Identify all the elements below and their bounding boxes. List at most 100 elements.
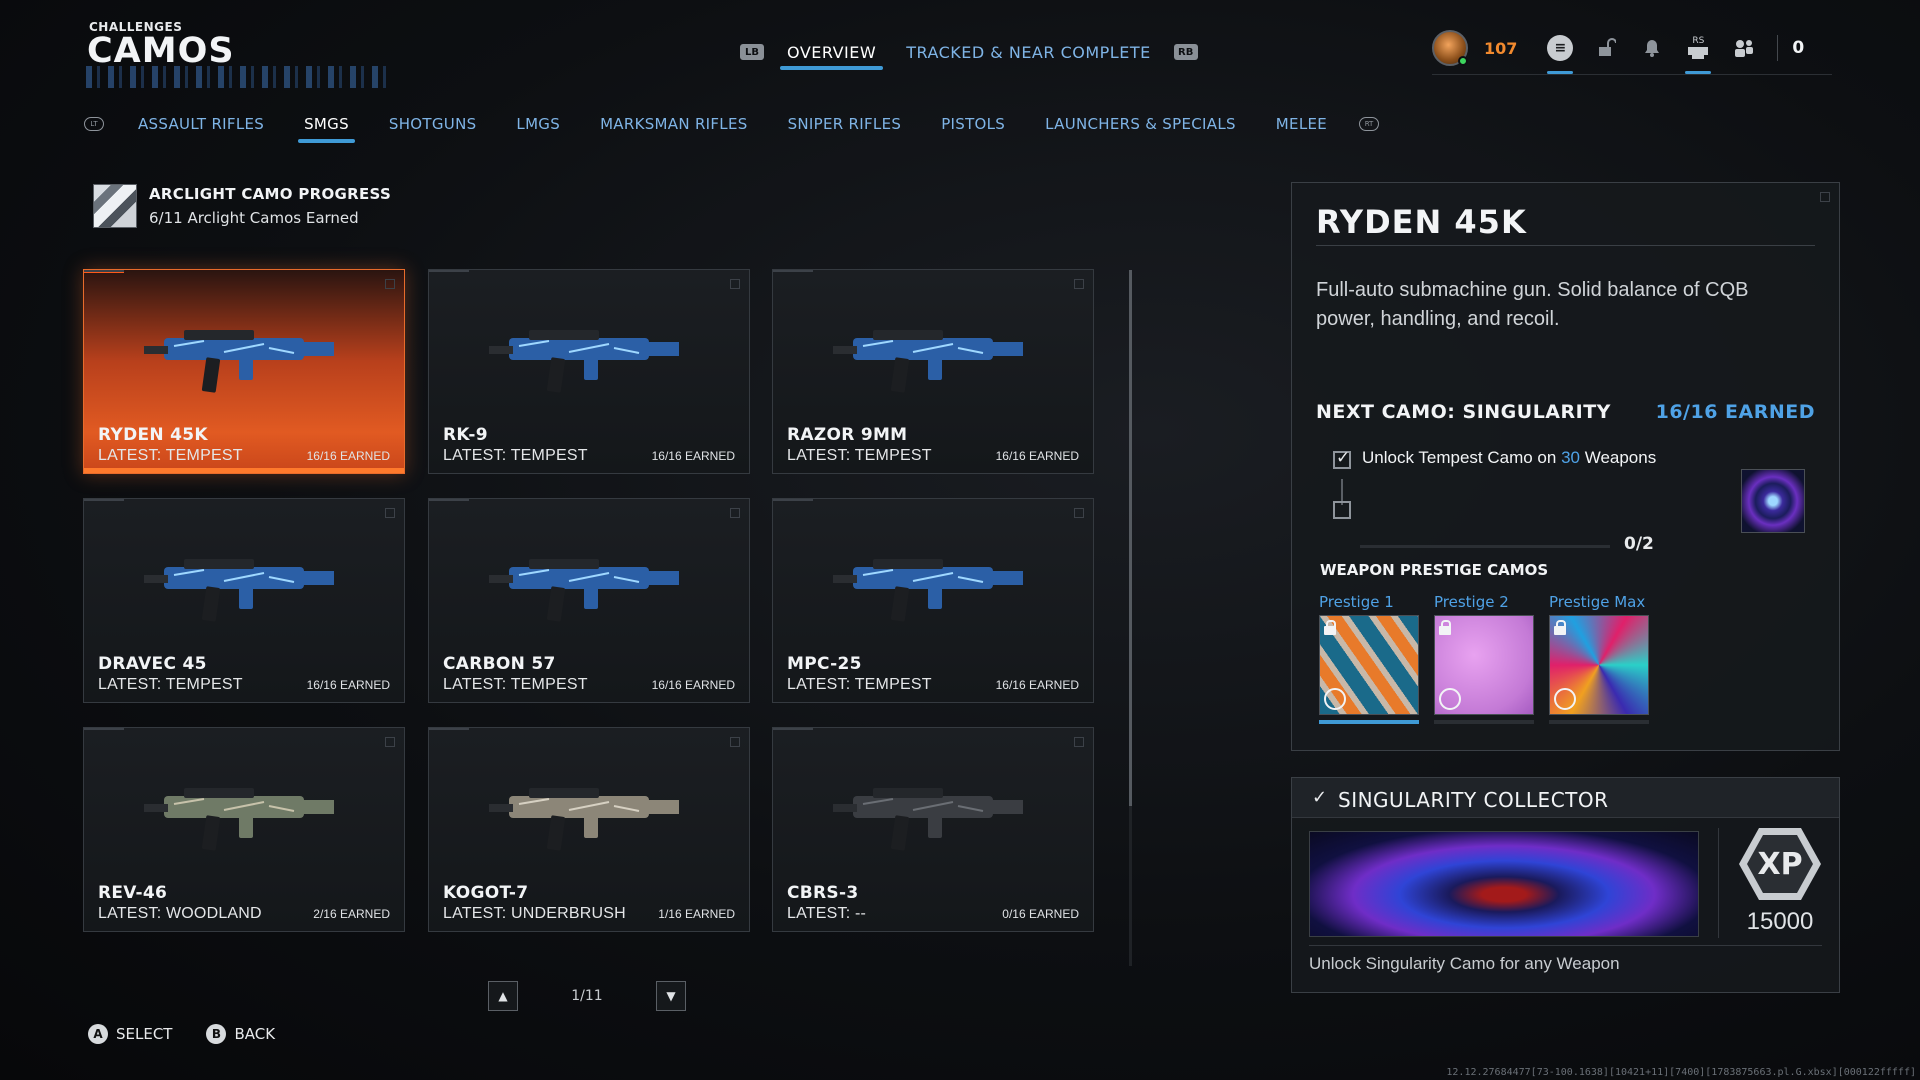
player-emblem-icon[interactable] — [1432, 30, 1468, 66]
card-accent — [773, 728, 813, 730]
build-info: 12.12.27684477[73-100.1638][10421+11][74… — [1446, 1067, 1916, 1078]
prestige-1-camo[interactable]: Prestige 1 — [1319, 593, 1419, 724]
weapon-earned-count: 16/16 EARNED — [306, 678, 390, 692]
rb-bumper-icon[interactable]: RB — [1173, 44, 1198, 60]
requirement-suffix: Weapons — [1579, 448, 1657, 467]
prestige-max-label: Prestige Max — [1549, 593, 1646, 611]
weapon-latest-camo: LATEST: TEMPEST — [443, 447, 588, 464]
weapon-name: MPC-25 — [787, 654, 862, 674]
tab-lmgs[interactable]: LMGS — [496, 110, 580, 138]
weapon-earned-count: 16/16 EARNED — [651, 449, 735, 463]
tab-smgs[interactable]: SMGS — [284, 110, 369, 143]
card-accent — [773, 499, 813, 501]
weapon-earned-count: 16/16 EARNED — [306, 449, 390, 463]
tab-melee[interactable]: MELEE — [1256, 110, 1347, 138]
divider — [1777, 35, 1779, 61]
party-button[interactable] — [1721, 28, 1767, 68]
detail-description: Full-auto submachine gun. Solid balance … — [1316, 279, 1749, 330]
rs-social-button[interactable]: RS — [1675, 28, 1721, 74]
weapon-card-razor-9mm[interactable]: RAZOR 9MM LATEST: TEMPEST 16/16 EARNED — [772, 269, 1094, 474]
prestige-icon — [1439, 688, 1461, 710]
weapon-name: RYDEN 45K — [98, 425, 208, 445]
weapon-card-carbon-57[interactable]: CARBON 57 LATEST: TEMPEST 16/16 EARNED — [428, 498, 750, 703]
weapon-image — [144, 537, 344, 641]
player-level: 107 — [1484, 38, 1518, 58]
bell-icon — [1645, 40, 1660, 57]
progress-fill — [1319, 720, 1419, 724]
chevron-up-icon: ▲ — [498, 989, 508, 1003]
grid-scrollbar-thumb[interactable] — [1129, 270, 1132, 806]
weapon-latest-camo: LATEST: TEMPEST — [98, 447, 243, 464]
unlock-icon — [1599, 38, 1617, 56]
tab-overview[interactable]: OVERVIEW — [772, 38, 891, 70]
checkmark-icon: ✓ — [1312, 787, 1328, 808]
weapon-card-kogot-7[interactable]: KOGOT-7 LATEST: UNDERBRUSH 1/16 EARNED — [428, 727, 750, 932]
weapon-card-cbrs-3[interactable]: CBRS-3 LATEST: -- 0/16 EARNED — [772, 727, 1094, 932]
weapon-earned-count: 1/16 EARNED — [658, 907, 735, 921]
online-status-icon — [1458, 56, 1468, 66]
weapon-name: CBRS-3 — [787, 883, 859, 903]
tab-marksman-rifles[interactable]: MARKSMAN RIFLES — [580, 110, 768, 138]
grid-scrollbar-track[interactable] — [1129, 806, 1132, 966]
weapon-card-ryden-45k[interactable]: RYDEN 45K LATEST: TEMPEST 16/16 EARNED — [83, 269, 405, 474]
notifications-button[interactable] — [1629, 28, 1675, 68]
weapon-card-mpc-25[interactable]: MPC-25 LATEST: TEMPEST 16/16 EARNED — [772, 498, 1094, 703]
weapon-image — [833, 537, 1033, 641]
tab-shotguns[interactable]: SHOTGUNS — [369, 110, 497, 138]
page-down-button[interactable]: ▼ — [656, 981, 686, 1011]
party-icon — [1735, 40, 1754, 57]
weapon-latest-camo: LATEST: WOODLAND — [98, 905, 262, 922]
select-action[interactable]: SELECT — [116, 1025, 172, 1043]
prestige-max-thumbnail — [1549, 615, 1649, 715]
requirement-checkbox-complete — [1333, 448, 1351, 469]
store-button[interactable] — [1583, 28, 1629, 68]
card-accent — [429, 499, 469, 501]
card-accent — [773, 270, 813, 272]
weapon-latest-camo: LATEST: UNDERBRUSH — [443, 905, 626, 922]
card-corner-icon — [385, 737, 395, 747]
weapon-card-rk-9[interactable]: RK-9 LATEST: TEMPEST 16/16 EARNED — [428, 269, 750, 474]
inbox-icon — [1688, 47, 1709, 59]
divider — [1309, 945, 1822, 946]
prestige-max-camo[interactable]: Prestige Max — [1549, 593, 1649, 724]
tab-assault-rifles[interactable]: ASSAULT RIFLES — [118, 110, 284, 138]
divider — [1316, 245, 1815, 246]
card-corner-icon — [730, 279, 740, 289]
weapon-card-rev-46[interactable]: REV-46 LATEST: WOODLAND 2/16 EARNED — [83, 727, 405, 932]
tab-launchers-specials[interactable]: LAUNCHERS & SPECIALS — [1025, 110, 1256, 138]
collector-description: Unlock Singularity Camo for any Weapon — [1309, 954, 1620, 973]
divider — [1718, 828, 1719, 938]
prestige-camos-title: WEAPON PRESTIGE CAMOS — [1320, 561, 1549, 579]
weapon-card-dravec-45[interactable]: DRAVEC 45 LATEST: TEMPEST 16/16 EARNED — [83, 498, 405, 703]
b-button-icon: B — [206, 1024, 227, 1044]
prestige-2-camo[interactable]: Prestige 2 — [1434, 593, 1534, 724]
requirement-progress-value: 0/2 — [1624, 534, 1654, 554]
arclight-progress: ARCLIGHT CAMO PROGRESS 6/11 Arclight Cam… — [93, 184, 391, 228]
lock-icon — [1324, 620, 1338, 636]
title-glitch-decoration — [86, 66, 386, 88]
weapon-name: CARBON 57 — [443, 654, 556, 674]
rs-label: RS — [1692, 36, 1705, 46]
weapon-latest-camo: LATEST: -- — [787, 905, 867, 922]
weapon-name: RAZOR 9MM — [787, 425, 908, 445]
weapon-latest-camo: LATEST: TEMPEST — [443, 676, 588, 693]
back-action[interactable]: BACK — [234, 1025, 275, 1043]
prestige-2-progress — [1434, 720, 1534, 724]
tab-pistols[interactable]: PISTOLS — [921, 110, 1025, 138]
tab-tracked-near-complete[interactable]: TRACKED & NEAR COMPLETE — [891, 38, 1166, 66]
player-bar: 107 ≡ RS 0 — [1432, 28, 1804, 74]
page-up-button[interactable]: ▲ — [488, 981, 518, 1011]
card-accent — [429, 728, 469, 730]
tab-sniper-rifles[interactable]: SNIPER RIFLES — [768, 110, 922, 138]
card-corner-icon — [730, 508, 740, 518]
right-trigger-icon[interactable]: RT — [1359, 117, 1380, 131]
weapon-earned-count: 2/16 EARNED — [313, 907, 390, 921]
weapon-image — [144, 308, 344, 412]
collector-title: SINGULARITY COLLECTOR — [1338, 788, 1609, 812]
weapon-category-tabs: LT ASSAULT RIFLES SMGS SHOTGUNS LMGS MAR… — [84, 110, 1380, 143]
left-trigger-icon[interactable]: LT — [84, 117, 104, 131]
menu-button[interactable]: ≡ — [1537, 28, 1583, 74]
lb-bumper-icon[interactable]: LB — [740, 44, 764, 60]
requirement-prefix: Unlock Tempest Camo on — [1362, 448, 1562, 467]
chevron-down-icon: ▼ — [666, 989, 676, 1003]
